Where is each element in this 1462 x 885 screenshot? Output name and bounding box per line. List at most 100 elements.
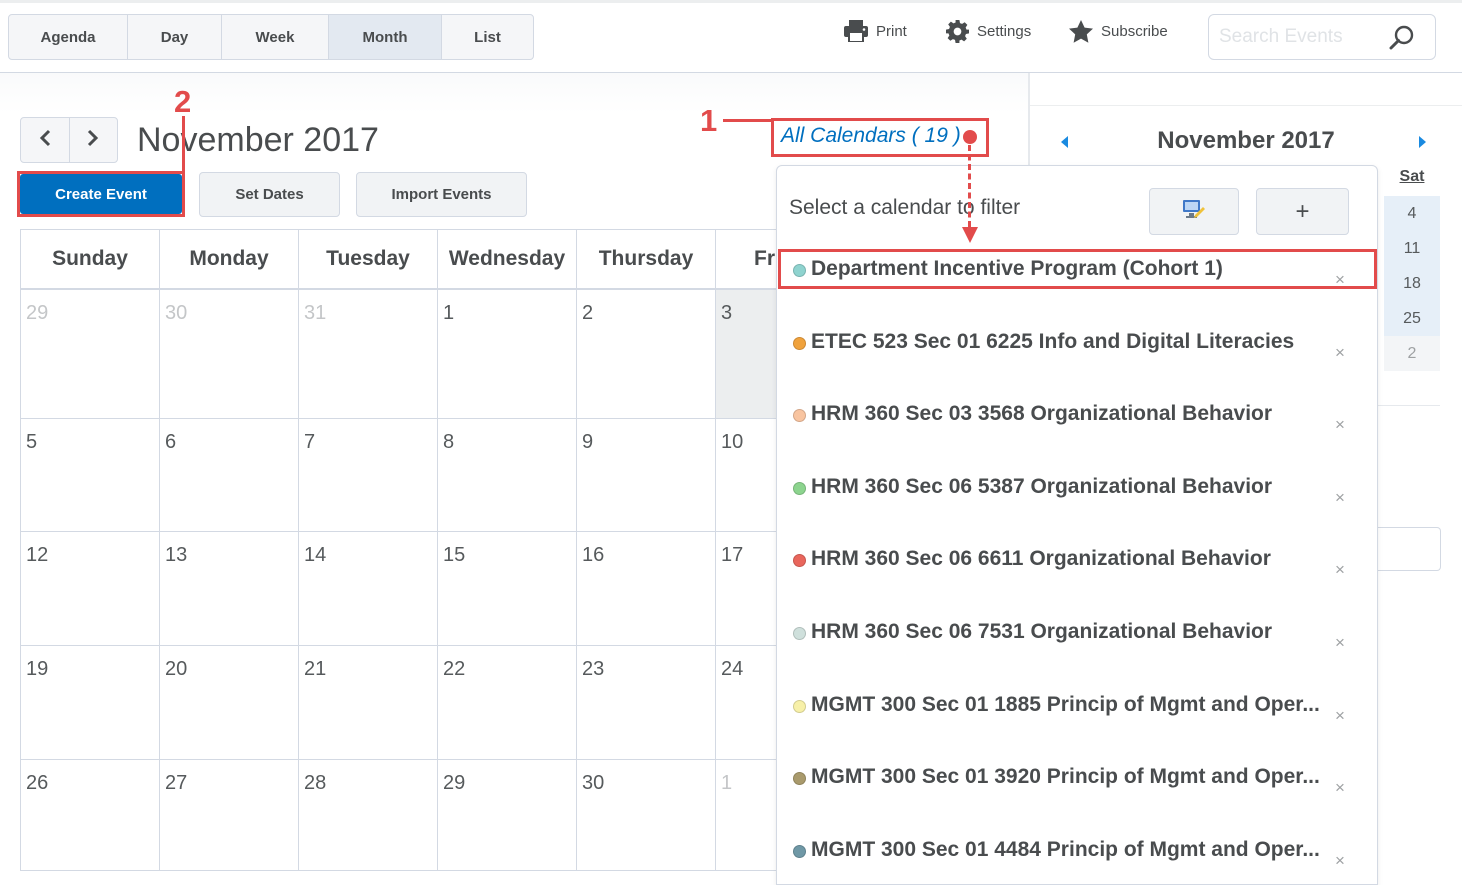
- remove-calendar-icon[interactable]: ×: [1335, 778, 1345, 798]
- day-cell[interactable]: 1: [716, 760, 781, 871]
- calendar-color-dot: [793, 337, 806, 350]
- calendar-color-dot: [793, 700, 806, 713]
- day-cell[interactable]: 29: [438, 760, 577, 871]
- set-dates-button[interactable]: Set Dates: [199, 172, 340, 217]
- weekday-header: Wednesday: [438, 230, 577, 290]
- callout-2-number: 2: [174, 84, 192, 119]
- search-icon[interactable]: [1389, 24, 1415, 55]
- remove-calendar-icon[interactable]: ×: [1335, 706, 1345, 726]
- subscribe-button[interactable]: Subscribe: [1069, 19, 1168, 43]
- day-cell[interactable]: 17: [716, 532, 781, 646]
- calendar-item[interactable]: MGMT 300 Sec 01 1885 Princip of Mgmt and…: [777, 690, 1377, 762]
- calendar-color-dot: [793, 482, 806, 495]
- edit-calendars-button[interactable]: [1149, 188, 1239, 235]
- add-calendar-button[interactable]: +: [1256, 188, 1349, 235]
- mini-day[interactable]: 4: [1384, 196, 1440, 231]
- arrow-start-dot: [963, 130, 977, 144]
- calendar-item[interactable]: HRM 360 Sec 06 7531 Organizational Behav…: [777, 617, 1377, 689]
- tab-day[interactable]: Day: [128, 15, 222, 59]
- weekday-header: Thursday: [577, 230, 716, 290]
- day-cell[interactable]: 24: [716, 646, 781, 760]
- calendar-item[interactable]: ETEC 523 Sec 01 6225 Info and Digital Li…: [777, 327, 1377, 399]
- day-cell[interactable]: 13: [160, 532, 299, 646]
- mini-separator: [1378, 405, 1440, 406]
- subscribe-label: Subscribe: [1101, 22, 1168, 40]
- calendar-item[interactable]: HRM 360 Sec 06 6611 Organizational Behav…: [777, 544, 1377, 616]
- day-cell[interactable]: 22: [438, 646, 577, 760]
- mini-next-icon[interactable]: [1418, 135, 1426, 153]
- day-cell[interactable]: 30: [577, 760, 716, 871]
- day-cell[interactable]: 16: [577, 532, 716, 646]
- calendar-item[interactable]: HRM 360 Sec 06 5387 Organizational Behav…: [777, 472, 1377, 544]
- day-cell[interactable]: 12: [21, 532, 160, 646]
- remove-calendar-icon[interactable]: ×: [1335, 560, 1345, 580]
- day-cell[interactable]: 7: [299, 419, 438, 532]
- filter-title: Select a calendar to filter: [789, 196, 1021, 219]
- search-input[interactable]: [1219, 23, 1389, 51]
- chevron-right-icon: [87, 129, 99, 152]
- day-cell[interactable]: 2: [577, 290, 716, 419]
- print-label: Print: [876, 22, 907, 40]
- day-cell[interactable]: 10: [716, 419, 781, 532]
- calendar-name: HRM 360 Sec 03 3568 Organizational Behav…: [811, 402, 1273, 425]
- day-cell[interactable]: 26: [21, 760, 160, 871]
- calendar-item[interactable]: MGMT 300 Sec 01 4484 Princip of Mgmt and…: [777, 835, 1377, 885]
- calendar-color-dot: [793, 845, 806, 858]
- printer-icon: [844, 20, 868, 42]
- calendar-name: ETEC 523 Sec 01 6225 Info and Digital Li…: [811, 330, 1295, 353]
- mini-day[interactable]: 25: [1384, 301, 1440, 336]
- day-cell[interactable]: 14: [299, 532, 438, 646]
- mini-day[interactable]: 18: [1384, 266, 1440, 301]
- day-cell[interactable]: 28: [299, 760, 438, 871]
- star-icon: [1069, 19, 1093, 43]
- day-cell[interactable]: 6: [160, 419, 299, 532]
- arrow-dashed-line: [968, 145, 971, 227]
- day-cell[interactable]: 19: [21, 646, 160, 760]
- remove-calendar-icon[interactable]: ×: [1335, 851, 1345, 871]
- tab-list[interactable]: List: [442, 15, 533, 59]
- day-cell[interactable]: 23: [577, 646, 716, 760]
- remove-calendar-icon[interactable]: ×: [1335, 343, 1345, 363]
- remove-calendar-icon[interactable]: ×: [1335, 488, 1345, 508]
- calendar-item[interactable]: MGMT 300 Sec 01 3920 Princip of Mgmt and…: [777, 762, 1377, 834]
- day-cell[interactable]: 9: [577, 419, 716, 532]
- calendar-item[interactable]: HRM 360 Sec 03 3568 Organizational Behav…: [777, 399, 1377, 471]
- highlight-department-calendar: [778, 249, 1377, 289]
- import-events-button[interactable]: Import Events: [356, 172, 527, 217]
- weekday-header: Monday: [160, 230, 299, 290]
- remove-calendar-icon[interactable]: ×: [1335, 633, 1345, 653]
- tab-month[interactable]: Month: [329, 15, 442, 59]
- tab-week[interactable]: Week: [222, 15, 329, 59]
- mini-day[interactable]: 2: [1384, 336, 1440, 371]
- month-title: November 2017: [137, 121, 379, 159]
- calendar-name: HRM 360 Sec 06 5387 Organizational Behav…: [811, 475, 1273, 498]
- mini-calendar-title: November 2017: [1157, 127, 1335, 154]
- next-month-button[interactable]: [70, 118, 118, 162]
- settings-button[interactable]: Settings: [946, 19, 1031, 43]
- day-cell[interactable]: 20: [160, 646, 299, 760]
- prev-month-button[interactable]: [21, 118, 70, 162]
- print-button[interactable]: Print: [844, 19, 907, 43]
- mini-panel-box: [1378, 527, 1441, 571]
- tab-agenda[interactable]: Agenda: [9, 15, 128, 59]
- calendar-color-dot: [793, 554, 806, 567]
- calendar-name: MGMT 300 Sec 01 1885 Princip of Mgmt and…: [811, 693, 1320, 716]
- weekday-header: Sunday: [21, 230, 160, 290]
- day-cell[interactable]: 31: [299, 290, 438, 419]
- day-cell[interactable]: 21: [299, 646, 438, 760]
- mini-divider: [1030, 105, 1462, 106]
- day-cell[interactable]: 5: [21, 419, 160, 532]
- mini-day[interactable]: 11: [1384, 231, 1440, 266]
- chevron-left-icon: [39, 129, 51, 152]
- calendar-color-dot: [793, 772, 806, 785]
- arrow-head-icon: [962, 227, 978, 248]
- day-cell[interactable]: 29: [21, 290, 160, 419]
- remove-calendar-icon[interactable]: ×: [1335, 415, 1345, 435]
- day-cell[interactable]: 8: [438, 419, 577, 532]
- day-cell-today[interactable]: 3: [716, 290, 781, 419]
- day-cell[interactable]: 30: [160, 290, 299, 419]
- day-cell[interactable]: 15: [438, 532, 577, 646]
- weekday-header: Fri: [716, 230, 781, 290]
- day-cell[interactable]: 27: [160, 760, 299, 871]
- day-cell[interactable]: 1: [438, 290, 577, 419]
